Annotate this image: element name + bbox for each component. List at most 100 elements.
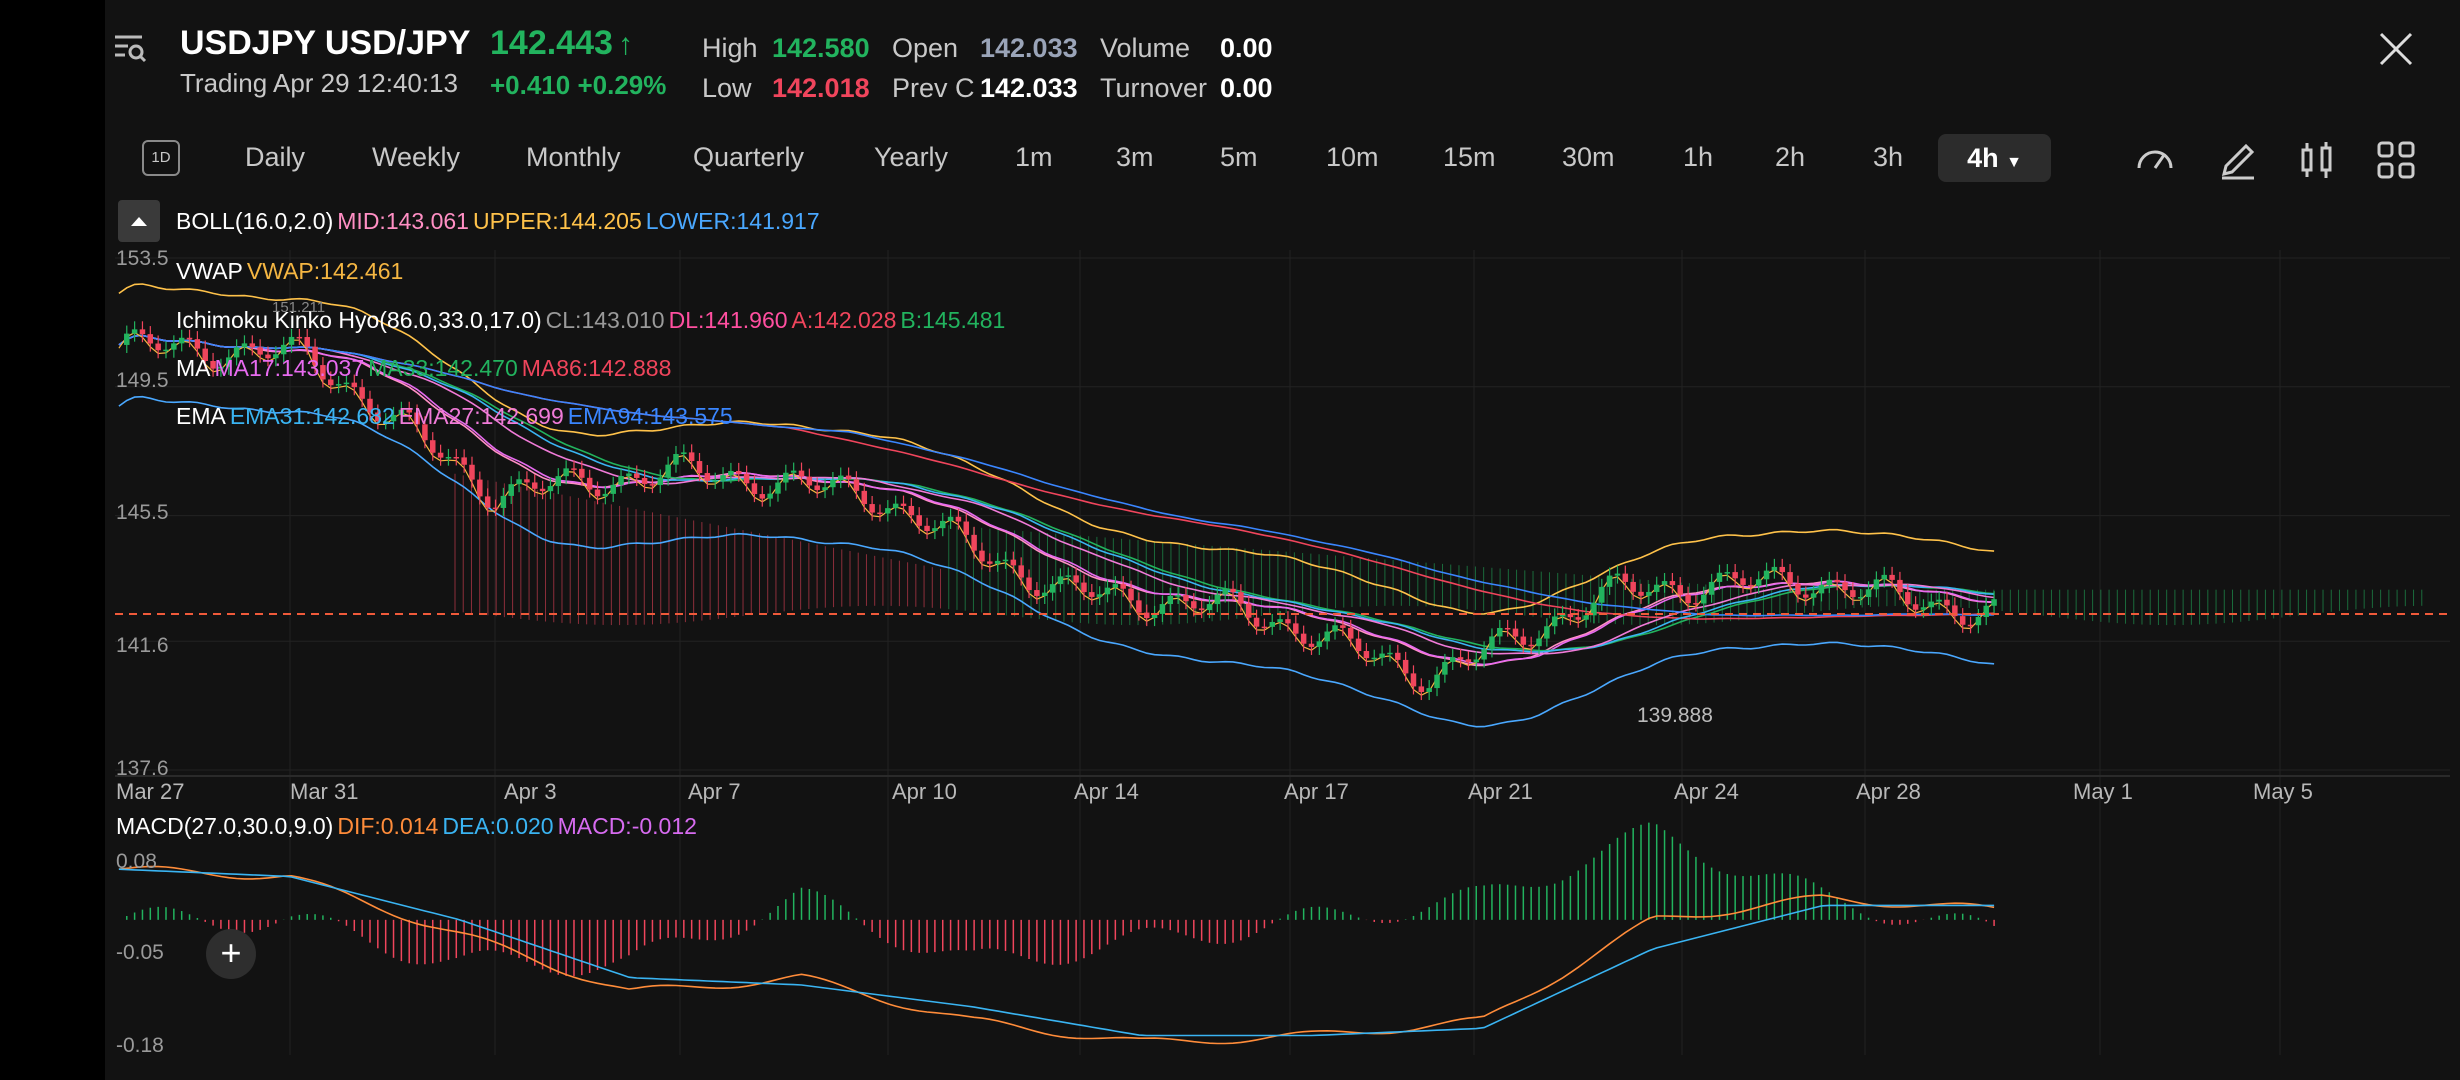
candle-body xyxy=(139,329,146,335)
candle-body xyxy=(1442,661,1448,675)
candle-body xyxy=(547,486,554,492)
candle-body xyxy=(1873,579,1880,590)
price-tick: 141.6 xyxy=(116,634,169,657)
candle-body xyxy=(1912,604,1919,610)
price-chart[interactable] xyxy=(0,0,2460,1080)
date-tick: May 1 xyxy=(2073,779,2133,804)
candle-body xyxy=(1261,626,1268,629)
candle-body xyxy=(1285,619,1291,624)
candle-body xyxy=(1897,579,1903,593)
candle-body xyxy=(908,505,915,516)
candle-body xyxy=(1010,559,1017,566)
boll-upper: UPPER:144.205 xyxy=(472,208,642,234)
candle-body xyxy=(1049,584,1056,593)
date-tick: Apr 7 xyxy=(688,779,741,804)
candle-body xyxy=(1198,608,1205,611)
candle-body xyxy=(1089,592,1095,597)
collapse-legend-button[interactable] xyxy=(118,200,160,242)
low-marker: 139.888 xyxy=(1637,704,1713,727)
candle-body xyxy=(1748,584,1754,587)
candle-body xyxy=(1826,579,1833,586)
candle-body xyxy=(1599,586,1605,603)
ichimoku-name: Ichimoku Kinko Hyo(86.0,33.0,17.0) xyxy=(176,307,542,333)
candle-body xyxy=(1677,585,1683,595)
candle-body xyxy=(1473,659,1479,663)
candle-body xyxy=(1685,594,1691,604)
candle-body xyxy=(1245,603,1252,618)
candle-body xyxy=(171,343,177,350)
candle-body xyxy=(1222,588,1228,595)
candle-body xyxy=(1300,633,1307,644)
candle-body xyxy=(1850,590,1856,598)
candle-body xyxy=(1410,673,1417,687)
date-tick: Mar 27 xyxy=(116,779,185,804)
candle-body xyxy=(343,382,350,385)
ma17-value: MA17:143.037 xyxy=(214,355,365,381)
candle-body xyxy=(1708,581,1715,595)
candle-body xyxy=(1740,578,1746,585)
vwap-legend: VWAP VWAP:142.461 xyxy=(176,258,407,285)
candle-body xyxy=(1763,570,1770,580)
high-marker: 151.211 xyxy=(272,299,326,316)
candle-body xyxy=(1528,644,1534,647)
macd-legend: MACD(27.0,30.0,9.0) DIF:0.014 DEA:0.020 MAC… xyxy=(116,813,701,840)
candle-body xyxy=(1795,583,1801,595)
macd-lines xyxy=(118,865,1995,1045)
candle-body xyxy=(947,516,954,521)
macd-dea: DEA:0.020 xyxy=(442,813,554,839)
candle-body xyxy=(814,485,820,491)
price-tick: 145.5 xyxy=(116,501,169,524)
candle-body xyxy=(539,488,546,492)
candle-body xyxy=(1277,619,1283,622)
candle-body xyxy=(1465,659,1472,663)
ema27-value: EMA27:142.699 xyxy=(398,403,564,429)
ichimoku-b: B:145.481 xyxy=(900,307,1006,333)
candle-body xyxy=(861,490,868,505)
candle-body xyxy=(1803,594,1809,598)
candle-body xyxy=(155,343,161,351)
candle-body xyxy=(665,464,671,478)
candle-body xyxy=(971,534,977,551)
candle-body xyxy=(579,468,585,478)
candle-body xyxy=(932,528,938,532)
boll-lower: LOWER:141.917 xyxy=(645,208,820,234)
candle-body xyxy=(1771,566,1778,571)
candle-body xyxy=(1983,605,1989,618)
candle-body xyxy=(1810,593,1817,598)
add-indicator-button[interactable]: + xyxy=(206,929,256,979)
candle-body xyxy=(1497,627,1503,637)
candle-body xyxy=(1975,617,1982,626)
candle-body xyxy=(1363,651,1370,659)
candle-body xyxy=(735,470,742,474)
candle-body xyxy=(892,503,899,509)
candle-body xyxy=(1395,652,1401,660)
candle-body xyxy=(759,494,766,499)
candle-body xyxy=(1402,659,1409,674)
date-tick: Apr 17 xyxy=(1284,779,1349,804)
candle-body xyxy=(1347,627,1354,639)
candle-body xyxy=(704,473,711,481)
candle-body xyxy=(1512,628,1519,637)
candle-body xyxy=(924,525,930,532)
candle-body xyxy=(492,507,499,510)
candle-body xyxy=(790,470,797,473)
candle-body xyxy=(900,503,907,506)
candle-body xyxy=(1944,599,1950,606)
price-tick: 137.6 xyxy=(116,757,169,780)
candle-body xyxy=(1034,590,1040,596)
candle-body xyxy=(1293,623,1299,634)
candle-body xyxy=(571,468,577,470)
candle-body xyxy=(1096,594,1103,597)
ma86-value: MA86:142.888 xyxy=(521,355,672,381)
candle-body xyxy=(257,347,263,355)
candle-body xyxy=(783,472,789,483)
ma-name: MA xyxy=(176,355,211,381)
candle-body xyxy=(1324,631,1330,642)
candle-body xyxy=(1551,616,1558,627)
candle-body xyxy=(1638,591,1644,596)
candle-body xyxy=(1183,595,1189,602)
candle-body xyxy=(586,477,593,490)
candle-body xyxy=(1238,592,1244,604)
candle-body xyxy=(288,336,295,345)
candle-body xyxy=(939,520,946,529)
